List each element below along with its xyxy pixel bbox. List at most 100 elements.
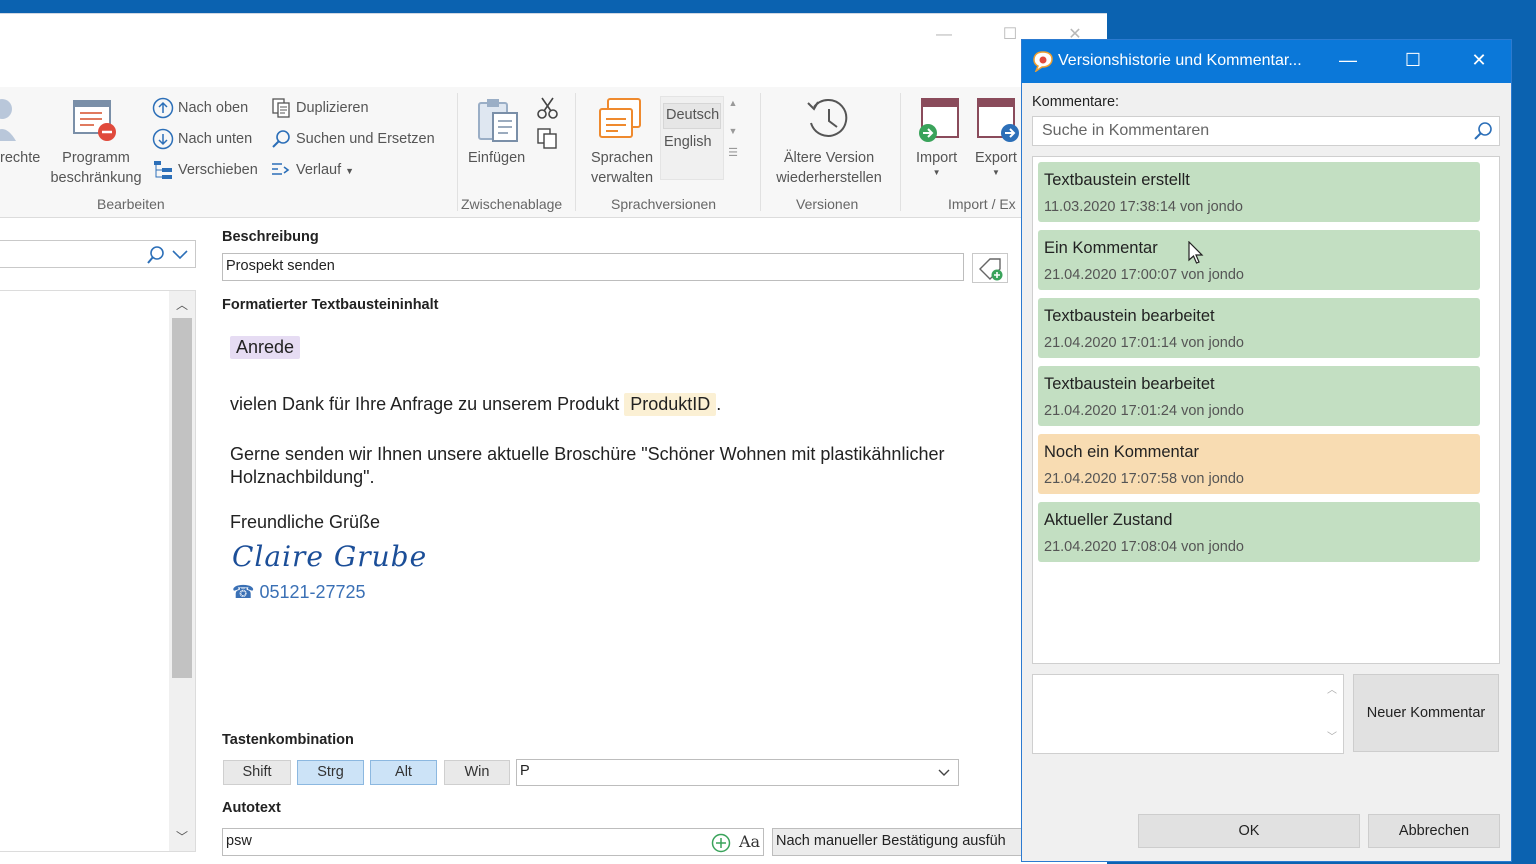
restore-version-icon[interactable] xyxy=(806,97,852,143)
export-button[interactable]: Export ▼ xyxy=(975,148,1017,178)
key-select[interactable]: P xyxy=(516,759,959,786)
cancel-button[interactable]: Abbrechen xyxy=(1368,814,1500,848)
comments-list[interactable]: Textbaustein erstellt 11.03.2020 17:38:1… xyxy=(1032,156,1500,664)
minimize-icon[interactable]: — xyxy=(934,26,954,44)
version-history-dialog: Versionshistorie und Kommentar... — ☐ ✕ … xyxy=(1021,39,1512,862)
scroll-thumb[interactable] xyxy=(172,318,192,678)
key-ctrl-toggle[interactable]: Strg xyxy=(297,760,364,785)
cut-icon[interactable] xyxy=(536,96,560,120)
paste-icon[interactable] xyxy=(475,97,523,143)
arrow-down-icon xyxy=(152,128,174,150)
mouse-cursor-icon xyxy=(1188,241,1204,264)
language-list[interactable]: Deutsch English xyxy=(660,96,724,180)
comment-item[interactable]: Textbaustein bearbeitet 21.04.2020 17:01… xyxy=(1038,366,1480,426)
add-circle-icon[interactable] xyxy=(711,833,731,853)
add-tag-button[interactable] xyxy=(972,253,1008,283)
scroll-up-icon[interactable]: ︿ xyxy=(169,293,195,317)
content-label: Formatierter Textbausteininhalt xyxy=(222,297,439,313)
scroll-down-icon[interactable]: ▼ xyxy=(726,126,740,136)
paste-button[interactable]: Einfügen xyxy=(468,148,525,168)
scroll-down-icon[interactable]: ﹀ xyxy=(169,825,195,849)
import-icon[interactable] xyxy=(916,97,962,143)
comment-title: Textbaustein bearbeitet xyxy=(1044,375,1215,393)
restore-label-2: wiederherstellen xyxy=(776,170,882,186)
scroll-up-icon[interactable]: ▲ xyxy=(726,98,740,108)
tree-search-input[interactable] xyxy=(0,240,196,268)
line-3: Holznachbildung". xyxy=(230,467,375,487)
move-down-button[interactable]: Nach unten xyxy=(152,127,252,151)
minimize-icon[interactable]: — xyxy=(1336,50,1360,71)
chevron-down-icon[interactable] xyxy=(172,249,188,261)
comment-item[interactable]: Textbaustein erstellt 11.03.2020 17:38:1… xyxy=(1038,162,1480,222)
user-rights-icon[interactable] xyxy=(0,97,18,143)
key-alt-toggle[interactable]: Alt xyxy=(370,760,437,785)
scroll-up-icon[interactable]: ︿ xyxy=(1321,681,1343,696)
description-input[interactable]: Prospekt senden xyxy=(222,253,964,281)
comment-item[interactable]: Ein Kommentar 21.04.2020 17:00:07 von jo… xyxy=(1038,230,1480,290)
move-up-button[interactable]: Nach oben xyxy=(152,96,248,120)
new-comment-button[interactable]: Neuer Kommentar xyxy=(1353,674,1499,752)
new-comment-textarea[interactable]: ︿ ﹀ xyxy=(1032,674,1344,754)
comment-meta: 21.04.2020 17:07:58 von jondo xyxy=(1044,471,1244,487)
textarea-scrollbar[interactable]: ︿ ﹀ xyxy=(1321,675,1343,753)
comment-meta: 21.04.2020 17:00:07 von jondo xyxy=(1044,267,1244,283)
text-editor[interactable]: Anrede vielen Dank für Ihre Anfrage zu u… xyxy=(222,322,1020,722)
program-restriction-icon[interactable] xyxy=(72,97,120,143)
languages-label-2: verwalten xyxy=(590,170,654,186)
history-label: Verlauf xyxy=(296,162,342,178)
anrede-placeholder[interactable]: Anrede xyxy=(230,336,301,359)
comment-title: Aktueller Zustand xyxy=(1044,511,1173,529)
autotext-label: Autotext xyxy=(222,800,281,816)
rights-label[interactable]: rechte xyxy=(0,148,40,168)
tree-scrollbar[interactable]: ︿ ﹀ xyxy=(169,291,195,851)
comment-item[interactable]: Textbaustein bearbeitet 21.04.2020 17:01… xyxy=(1038,298,1480,358)
import-button[interactable]: Import ▼ xyxy=(916,148,957,178)
key-shift-toggle[interactable]: Shift xyxy=(223,760,291,785)
description-label: Beschreibung xyxy=(222,229,319,245)
search-replace-button[interactable]: Suchen und Ersetzen xyxy=(270,127,435,151)
expand-icon[interactable]: ☰ xyxy=(726,146,740,159)
language-deutsch[interactable]: Deutsch xyxy=(663,103,721,129)
history-button[interactable]: Verlauf ▼ xyxy=(270,158,354,182)
autotext-mode-select[interactable]: Nach manueller Bestätigung ausfüh xyxy=(772,828,1022,856)
separator xyxy=(457,93,458,211)
search-icon[interactable] xyxy=(146,245,166,265)
languages-label-1: Sprachen xyxy=(590,150,654,166)
comments-search-placeholder: Suche in Kommentaren xyxy=(1042,122,1210,139)
manage-languages-icon[interactable] xyxy=(598,97,646,143)
main-titlebar: — ☐ ✕ xyxy=(0,14,1107,86)
program-restriction-button[interactable]: Programm beschränkung xyxy=(48,148,144,188)
export-icon[interactable] xyxy=(976,97,1022,143)
autotext-value: psw xyxy=(226,833,252,849)
ok-button[interactable]: OK xyxy=(1138,814,1360,848)
copy-icon[interactable] xyxy=(536,127,560,151)
line-1-end: . xyxy=(716,394,722,414)
comment-item[interactable]: Noch ein Kommentar 21.04.2020 17:07:58 v… xyxy=(1038,434,1480,494)
match-case-icon[interactable]: Aa xyxy=(739,832,760,851)
comment-title: Ein Kommentar xyxy=(1044,239,1158,257)
close-icon[interactable]: ✕ xyxy=(1467,50,1491,71)
comment-title: Noch ein Kommentar xyxy=(1044,443,1199,461)
comments-search-input[interactable]: Suche in Kommentaren xyxy=(1032,116,1500,146)
group-clipboard-label: Zwischenablage xyxy=(461,196,563,212)
autotext-input[interactable]: psw Aa xyxy=(222,828,764,856)
scroll-down-icon[interactable]: ﹀ xyxy=(1321,728,1343,743)
search-icon[interactable] xyxy=(1473,121,1493,141)
move-button[interactable]: Verschieben xyxy=(152,158,258,182)
maximize-icon[interactable]: ☐ xyxy=(1000,26,1020,44)
duplicate-button[interactable]: Duplizieren xyxy=(270,96,369,120)
key-win-toggle[interactable]: Win xyxy=(444,760,510,785)
maximize-icon[interactable]: ☐ xyxy=(1401,50,1425,71)
comment-item[interactable]: Aktueller Zustand 21.04.2020 17:08:04 vo… xyxy=(1038,502,1480,562)
language-english[interactable]: English xyxy=(661,129,723,155)
produkt-placeholder[interactable]: ProduktID xyxy=(624,393,717,416)
group-edit-label: Bearbeiten xyxy=(97,196,165,212)
ribbon: rechte Programm beschränkung Nach oben N… xyxy=(0,87,1107,218)
tree-list[interactable]: ︿ ﹀ xyxy=(0,290,196,852)
phone-icon: ☎ xyxy=(232,582,255,602)
restore-version-button[interactable]: Ältere Version wiederherstellen xyxy=(770,148,888,188)
manage-languages-button[interactable]: Sprachen verwalten xyxy=(587,148,657,188)
comment-bubble-icon xyxy=(1033,51,1053,72)
language-scrollbar[interactable]: ▲ ▼ ☰ xyxy=(726,96,740,180)
arrow-up-icon xyxy=(152,97,174,119)
